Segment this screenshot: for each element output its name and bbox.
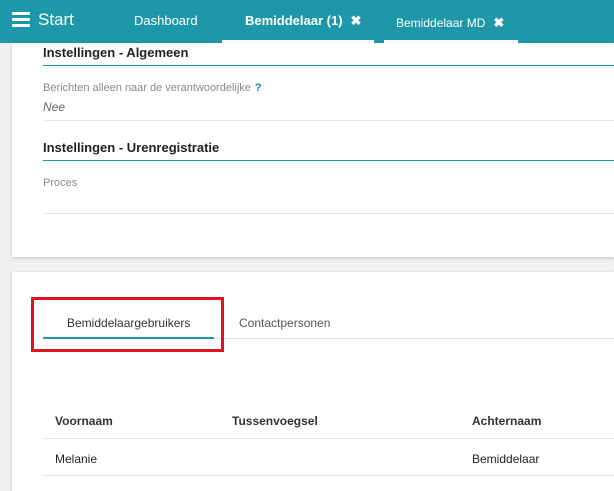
tab-bemiddelaar-1-label: Bemiddelaar (1)	[245, 13, 343, 28]
tab-bemiddelaar-md-label: Bemiddelaar MD	[396, 16, 486, 30]
hamburger-menu-icon[interactable]	[12, 12, 30, 27]
tab-dashboard-label: Dashboard	[134, 13, 198, 28]
section-divider	[43, 160, 614, 161]
section-divider	[43, 65, 614, 66]
help-icon[interactable]: ?	[255, 82, 262, 94]
process-field-label: Proces	[43, 177, 78, 189]
top-bar: Start Dashboard Bemiddelaar (1) ✖ Bemidde…	[0, 0, 614, 43]
messages-field-value: Nee	[43, 100, 66, 114]
tab-bemiddelaar-1[interactable]: Bemiddelaar (1) ✖	[245, 0, 361, 43]
start-link[interactable]: Start	[38, 10, 74, 30]
close-icon[interactable]: ✖	[493, 15, 504, 30]
messages-field-label: Berichten alleen naar de verantwoordelij…	[43, 82, 262, 94]
row-divider	[43, 475, 614, 476]
tab-dashboard[interactable]: Dashboard	[134, 0, 198, 43]
field-divider	[43, 213, 614, 214]
tab-contactpersonen[interactable]: Contactpersonen	[239, 316, 330, 330]
messages-label-text: Berichten alleen naar de verantwoordelij…	[43, 82, 251, 94]
field-divider	[43, 120, 614, 121]
section-title-time-registration: Instellingen - Urenregistratie	[43, 140, 220, 155]
cell-achternaam: Bemiddelaar	[472, 452, 540, 466]
highlight-annotation-box	[31, 297, 224, 352]
users-card: Bemiddelaargebruikers Contactpersonen Vo…	[12, 272, 614, 491]
tab-bemiddelaar-md[interactable]: Bemiddelaar MD ✖	[396, 0, 504, 43]
settings-card: Instellingen - Algemeen Berichten alleen…	[12, 43, 614, 257]
cell-voornaam: Melanie	[55, 452, 98, 466]
close-icon[interactable]: ✖	[351, 13, 362, 28]
column-header-voornaam[interactable]: Voornaam	[55, 414, 113, 428]
header-divider	[43, 438, 614, 439]
column-header-tussenvoegsel[interactable]: Tussenvoegsel	[232, 414, 318, 428]
section-title-general: Instellingen - Algemeen	[43, 45, 189, 60]
column-header-achternaam[interactable]: Achternaam	[472, 414, 541, 428]
